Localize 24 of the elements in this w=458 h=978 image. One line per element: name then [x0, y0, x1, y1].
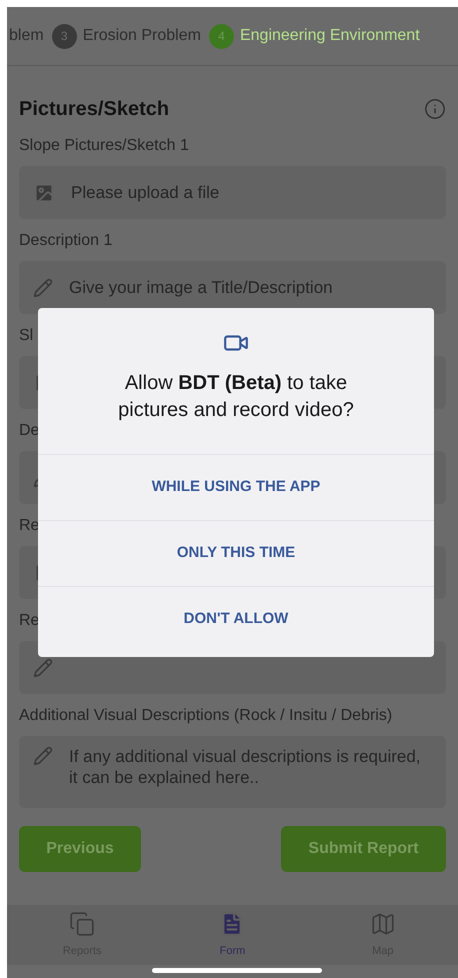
- copy-icon: [69, 910, 96, 937]
- field-label: De: [19, 421, 40, 441]
- field-label: Additional Visual Descriptions (Rock / Insitu / Debris): [19, 706, 392, 726]
- map-icon: [370, 910, 396, 937]
- step-label[interactable]: Engineering Environment: [240, 24, 420, 48]
- dialog-option-button[interactable]: WHILE USING THE APP: [38, 454, 434, 520]
- field-label: Description 1: [19, 231, 112, 251]
- input-field[interactable]: If any additional visual descriptions is required, it can be explained here..: [19, 736, 446, 808]
- field-label: Re: [19, 516, 40, 536]
- field-label: Sl: [19, 326, 34, 346]
- input-field[interactable]: Give your image a Title/Description: [19, 261, 446, 314]
- info-icon[interactable]: [424, 98, 446, 120]
- field-label: Slope Pictures/Sketch 1: [19, 136, 189, 156]
- field-label: Re: [19, 611, 40, 631]
- dialog-option-button[interactable]: DON'T ALLOW: [38, 586, 434, 652]
- dialog-question: Allow BDT (Beta) to take pictures and record video?: [117, 371, 355, 423]
- section-title: Pictures/Sketch: [19, 97, 170, 122]
- step-label[interactable]: Erosion Problem: [82, 24, 201, 48]
- previous-button[interactable]: Previous: [19, 826, 141, 872]
- input-field[interactable]: Please upload a file: [19, 166, 446, 219]
- nav-tab[interactable]: Form: [192, 910, 272, 960]
- submit-report-button[interactable]: Submit Report: [281, 826, 446, 872]
- dialog-option-button[interactable]: ONLY THIS TIME: [38, 520, 434, 586]
- step-label[interactable]: blem: [9, 24, 44, 48]
